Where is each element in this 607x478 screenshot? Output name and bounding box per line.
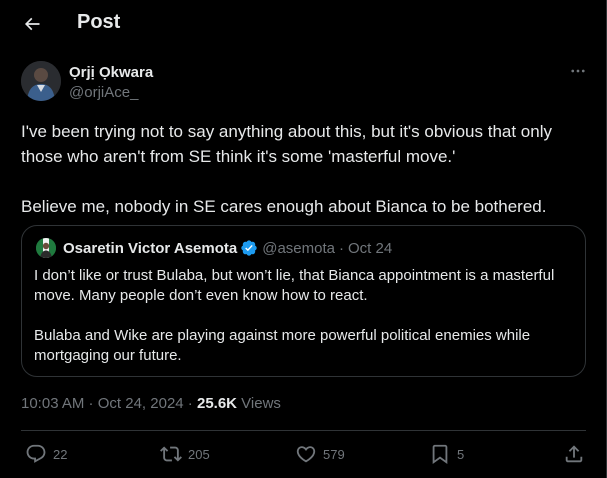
heart-icon bbox=[296, 446, 316, 463]
quote-date: Oct 24 bbox=[348, 239, 393, 257]
quoted-post[interactable]: Osaretin Victor Asemota @asemota · Oct 2… bbox=[21, 225, 586, 377]
post-text-paragraph: Believe me, nobody in SE cares enough ab… bbox=[21, 197, 547, 216]
like-count: 579 bbox=[323, 446, 345, 462]
back-button[interactable] bbox=[18, 10, 46, 38]
divider bbox=[21, 430, 586, 431]
verified-badge-icon bbox=[241, 240, 257, 256]
post-metadata: 10:03 AM · Oct 24, 2024 · 25.6K Views bbox=[21, 395, 281, 412]
reply-count: 22 bbox=[53, 446, 68, 462]
repost-count: 205 bbox=[188, 446, 210, 462]
reply-icon bbox=[26, 444, 46, 463]
author-handle[interactable]: @orjiAce_ bbox=[69, 84, 138, 101]
quote-text: I don’t like or trust Bulaba, but won’t … bbox=[34, 266, 574, 366]
bookmark-count: 5 bbox=[457, 446, 465, 462]
post-page: Post Ọrjị Ọkwara @orjiAce_ I've been try… bbox=[0, 0, 607, 478]
quote-author-name: Osaretin Victor Asemota bbox=[63, 239, 238, 257]
author-name[interactable]: Ọrjị Ọkwara bbox=[69, 64, 153, 81]
quote-separator: · bbox=[339, 239, 344, 257]
more-horizontal-icon bbox=[571, 69, 585, 73]
views-count[interactable]: 25.6K bbox=[197, 395, 237, 412]
meta-separator: · bbox=[183, 395, 197, 412]
bookmark-button[interactable]: 5 bbox=[429, 443, 464, 465]
quote-author-handle: @asemota bbox=[262, 239, 335, 257]
arrow-left-icon bbox=[24, 17, 40, 31]
more-options-button[interactable] bbox=[567, 61, 589, 81]
quote-header: Osaretin Victor Asemota @asemota · Oct 2… bbox=[63, 239, 392, 257]
action-bar: 22 205 579 5 bbox=[0, 440, 606, 470]
post-date[interactable]: Oct 24, 2024 bbox=[98, 395, 184, 412]
like-button[interactable]: 579 bbox=[295, 443, 345, 465]
share-icon bbox=[565, 445, 583, 463]
post-text: I've been trying not to say anything abo… bbox=[21, 119, 591, 219]
quote-text-paragraph: I don’t like or trust Bulaba, but won’t … bbox=[34, 267, 555, 304]
quote-author-avatar bbox=[36, 238, 56, 258]
repost-button[interactable]: 205 bbox=[160, 443, 210, 465]
share-button[interactable] bbox=[563, 443, 585, 465]
post-time[interactable]: 10:03 AM bbox=[21, 395, 84, 412]
views-label: Views bbox=[237, 395, 281, 412]
quote-text-paragraph: Bulaba and Wike are playing against more… bbox=[34, 327, 531, 364]
repost-icon bbox=[160, 446, 182, 462]
page-title: Post bbox=[77, 11, 121, 33]
bookmark-icon bbox=[432, 444, 448, 465]
post-text-paragraph: I've been trying not to say anything abo… bbox=[21, 122, 552, 166]
top-bar: Post bbox=[0, 0, 606, 47]
post-author: Ọrjị Ọkwara @orjiAce_ bbox=[21, 61, 591, 105]
reply-button[interactable]: 22 bbox=[25, 443, 67, 465]
meta-separator: · bbox=[84, 395, 98, 412]
author-avatar[interactable] bbox=[21, 61, 61, 101]
